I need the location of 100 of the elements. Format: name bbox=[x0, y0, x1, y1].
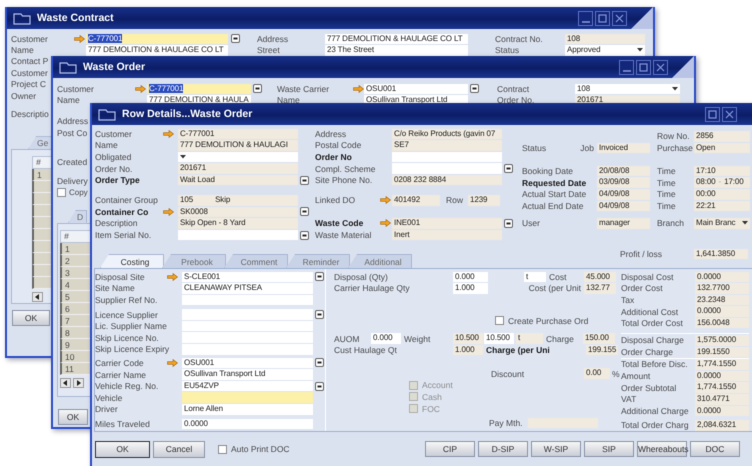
list-icon[interactable] bbox=[300, 176, 308, 185]
arrow-icon[interactable] bbox=[162, 208, 174, 216]
list-icon[interactable] bbox=[314, 382, 324, 391]
minimize-button[interactable] bbox=[578, 10, 593, 26]
text-field[interactable]: 00:00 bbox=[694, 188, 750, 200]
text-field[interactable]: C-777001 bbox=[178, 128, 298, 140]
ok-button[interactable]: OK bbox=[12, 310, 50, 326]
text-field[interactable]: 1,774.1550 bbox=[695, 359, 749, 370]
text-field[interactable]: C/o Reiko Products (gavin 07 bbox=[392, 128, 502, 140]
caret-icon[interactable] bbox=[180, 154, 186, 159]
text-field[interactable]: 1.000 bbox=[453, 344, 483, 356]
text-field[interactable]: 1239 bbox=[468, 194, 500, 206]
text-field[interactable]: 777 DEMOLITION & HAULAGE CO LT bbox=[86, 45, 228, 56]
text-field[interactable]: OSU001 bbox=[364, 84, 468, 94]
text-field[interactable]: t bbox=[516, 333, 543, 344]
maximize-button[interactable] bbox=[595, 10, 610, 26]
text-field[interactable] bbox=[182, 344, 313, 355]
dropdown-field[interactable]: Main Branc bbox=[694, 218, 750, 229]
text-field[interactable]: 1,641.3850 bbox=[694, 248, 748, 260]
list-icon[interactable] bbox=[504, 218, 512, 228]
checkbox[interactable] bbox=[218, 444, 227, 454]
text-field[interactable]: 0.0000 bbox=[695, 306, 749, 317]
minimize-button[interactable] bbox=[619, 60, 634, 74]
dropdown-field[interactable]: Approved bbox=[565, 45, 645, 56]
text-field[interactable] bbox=[182, 294, 313, 306]
text-field[interactable]: 150.00 bbox=[583, 333, 615, 344]
text-field[interactable]: 08:00 - 17:00 bbox=[694, 177, 750, 188]
text-field[interactable]: INE001 bbox=[392, 218, 502, 229]
tab[interactable]: D bbox=[68, 210, 88, 223]
text-field[interactable]: manager bbox=[597, 218, 650, 229]
text-field[interactable]: 10.500 bbox=[484, 333, 514, 344]
list-icon[interactable] bbox=[504, 164, 512, 174]
text-field[interactable]: EU54ZVP bbox=[182, 380, 313, 392]
checkbox[interactable] bbox=[495, 316, 504, 326]
scroll-left-button[interactable] bbox=[60, 378, 71, 388]
arrow-icon[interactable] bbox=[162, 130, 174, 138]
arrow-icon[interactable] bbox=[352, 84, 364, 93]
text-field[interactable]: 199.155 bbox=[586, 344, 618, 356]
tab[interactable]: Costing bbox=[100, 254, 164, 268]
text-field[interactable]: 777 DEMOLITION & HAULAGE CO LT bbox=[325, 34, 468, 44]
list-icon[interactable] bbox=[230, 34, 240, 44]
text-field[interactable]: 0.000 bbox=[371, 333, 401, 344]
close-button[interactable] bbox=[722, 106, 737, 122]
text-field[interactable]: 310.4771 bbox=[695, 394, 749, 405]
cancel-button[interactable]: Cancel bbox=[153, 440, 205, 458]
list-icon[interactable] bbox=[314, 272, 324, 282]
action-button[interactable]: W-SIP bbox=[531, 441, 581, 457]
text-field[interactable] bbox=[182, 320, 313, 332]
text-field[interactable]: 0.0000 bbox=[695, 370, 749, 382]
text-field[interactable]: OSullivan Transport Ltd bbox=[182, 369, 313, 380]
action-button[interactable]: CIP bbox=[425, 441, 475, 457]
caret-icon[interactable] bbox=[672, 86, 678, 91]
arrow-icon[interactable] bbox=[74, 34, 85, 43]
text-field[interactable]: 0.00 bbox=[584, 368, 610, 380]
arrow-icon[interactable] bbox=[167, 272, 178, 281]
checkbox[interactable] bbox=[57, 188, 66, 197]
dropdown-field[interactable] bbox=[178, 152, 298, 162]
caret-icon[interactable] bbox=[742, 221, 748, 226]
text-field[interactable]: 401492 bbox=[392, 194, 440, 206]
text-field[interactable]: 23.2348 bbox=[695, 294, 749, 306]
text-field[interactable]: 0.0000 bbox=[695, 272, 749, 282]
tab[interactable]: Reminder bbox=[286, 254, 350, 268]
text-field[interactable]: Invoiced bbox=[597, 142, 650, 154]
ok-button[interactable]: OK bbox=[58, 408, 88, 425]
tab[interactable]: Ge bbox=[28, 136, 52, 150]
arrow-icon[interactable] bbox=[380, 196, 390, 204]
caret-icon[interactable] bbox=[637, 48, 643, 52]
list-icon[interactable] bbox=[314, 310, 324, 320]
text-field[interactable]: 1,575.0000 bbox=[695, 334, 749, 346]
text-field[interactable]: SK0008 bbox=[178, 206, 298, 218]
text-field[interactable]: 777 DEMOLITION & HAULAGI bbox=[178, 140, 298, 151]
list-icon[interactable] bbox=[470, 84, 478, 94]
text-field[interactable]: 04/09/08 bbox=[597, 188, 650, 200]
text-field[interactable]: 1.000 bbox=[453, 283, 488, 294]
ok-button[interactable]: OK bbox=[95, 440, 150, 458]
arrow-icon[interactable] bbox=[167, 358, 178, 367]
text-field[interactable]: Skip Open - 8 Yard bbox=[178, 218, 298, 229]
text-field[interactable] bbox=[182, 309, 313, 320]
text-field[interactable]: Inert bbox=[392, 230, 502, 240]
text-field[interactable]: 04/09/08 bbox=[597, 200, 650, 212]
action-button[interactable]: DOC bbox=[690, 441, 740, 457]
text-field[interactable]: Lorne Allen bbox=[182, 404, 313, 415]
action-button[interactable]: SIP bbox=[584, 441, 634, 457]
text-field[interactable]: C-777001 bbox=[86, 34, 228, 44]
text-field[interactable]: 2,084.6321 bbox=[695, 420, 749, 431]
text-field[interactable]: 201671 bbox=[178, 163, 298, 174]
text-field[interactable]: 45.000 bbox=[584, 272, 616, 282]
text-field[interactable]: 22:21 bbox=[694, 200, 750, 212]
text-field[interactable]: 156.0048 bbox=[695, 318, 749, 328]
list-icon[interactable] bbox=[252, 84, 262, 94]
text-field[interactable]: C-777001 bbox=[147, 84, 251, 94]
list-icon[interactable] bbox=[314, 358, 324, 368]
close-button[interactable] bbox=[612, 10, 627, 26]
text-field[interactable]: t bbox=[524, 272, 546, 282]
tab[interactable]: Comment bbox=[224, 254, 288, 268]
text-field[interactable] bbox=[178, 230, 298, 240]
text-field[interactable]: 199.1550 bbox=[695, 346, 749, 358]
close-button[interactable] bbox=[653, 60, 668, 74]
arrow-icon[interactable] bbox=[380, 219, 390, 228]
text-field[interactable]: OSU001 bbox=[182, 358, 313, 368]
